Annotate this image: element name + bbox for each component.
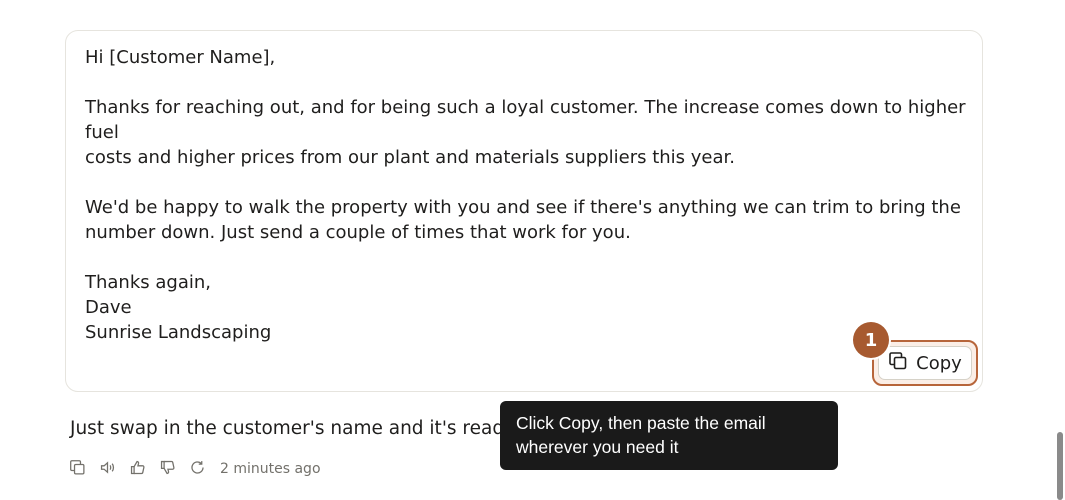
email-body: Hi [Customer Name], Thanks for reaching …	[85, 45, 975, 345]
email-card: Hi [Customer Name], Thanks for reaching …	[65, 30, 983, 392]
scrollbar[interactable]	[1057, 432, 1063, 500]
thumbs-down-button[interactable]	[157, 459, 177, 479]
copy-button-label: Copy	[916, 352, 962, 374]
thumbs-down-icon	[159, 459, 176, 480]
timestamp: 2 minutes ago	[220, 461, 321, 477]
read-aloud-button[interactable]	[97, 459, 117, 479]
tooltip-line-1: Click Copy, then paste the email	[516, 413, 766, 433]
copy-button[interactable]: Copy	[878, 346, 972, 380]
thumbs-up-icon	[129, 459, 146, 480]
message-actions: 2 minutes ago	[67, 458, 321, 480]
assistant-reply-text: Just swap in the customer's name and it'…	[70, 418, 516, 439]
copy-message-button[interactable]	[67, 459, 87, 479]
email-paragraph-1-line-1: Thanks for reaching out, and for being s…	[85, 97, 966, 143]
email-sender-name: Dave	[85, 297, 132, 318]
retry-button[interactable]	[187, 459, 207, 479]
thumbs-up-button[interactable]	[127, 459, 147, 479]
email-greeting: Hi [Customer Name],	[85, 47, 276, 68]
copy-icon	[888, 351, 908, 376]
speaker-icon	[99, 459, 116, 480]
email-company: Sunrise Landscaping	[85, 322, 272, 343]
copy-button-highlight: Copy	[872, 340, 978, 386]
email-paragraph-2-line-2: number down. Just send a couple of times…	[85, 222, 631, 243]
retry-icon	[189, 459, 206, 480]
email-paragraph-1-line-2: costs and higher prices from our plant a…	[85, 147, 735, 168]
email-signoff: Thanks again,	[85, 272, 211, 293]
email-paragraph-2-line-1: We'd be happy to walk the property with …	[85, 197, 961, 218]
tooltip-line-2: wherever you need it	[516, 437, 679, 457]
tooltip: Click Copy, then paste the email whereve…	[500, 401, 838, 470]
step-badge: 1	[853, 322, 889, 358]
copy-icon	[69, 459, 86, 480]
